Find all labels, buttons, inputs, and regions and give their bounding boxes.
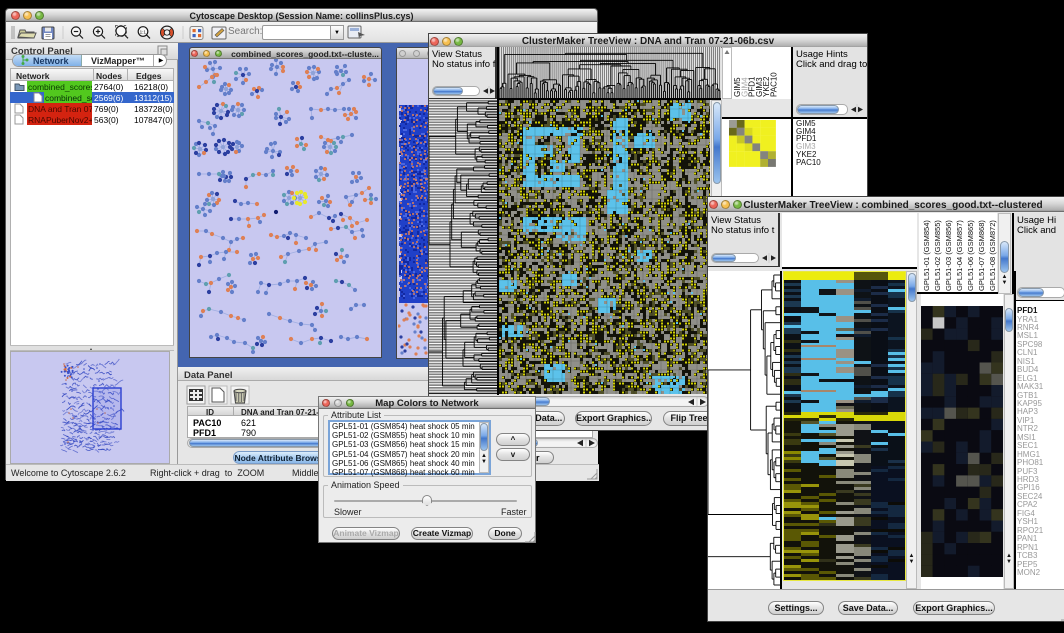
svg-text:PAC10: PAC10 [770,72,779,97]
svg-text:GPL51-07 (GSM868): GPL51-07 (GSM868) [977,220,986,291]
svg-text:GPL51-08 (GSM872): GPL51-08 (GSM872) [988,220,997,291]
svg-text:GPL51-06 (GSM865): GPL51-06 (GSM865) [966,220,975,291]
svg-text:GPL51-02 (GSM855): GPL51-02 (GSM855) [933,220,942,291]
svg-text:1:1: 1:1 [140,30,147,35]
svg-text:GPL51-04 (GSM857): GPL51-04 (GSM857) [955,220,964,291]
svg-text:GPL51-03 (GSM856): GPL51-03 (GSM856) [944,220,953,291]
svg-text:GPL51-01 (GSM854): GPL51-01 (GSM854) [922,220,931,291]
